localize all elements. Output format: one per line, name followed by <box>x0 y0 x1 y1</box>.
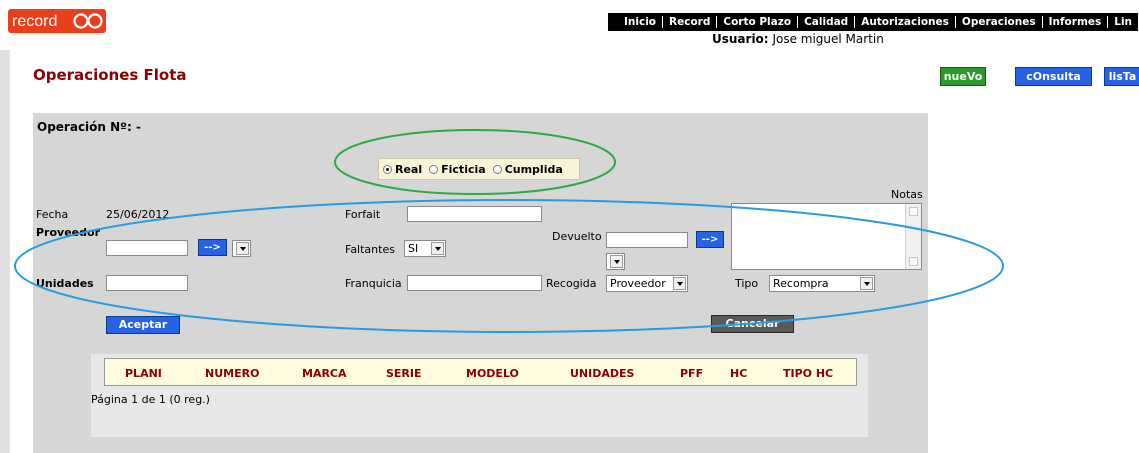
operation-type-radios: Real Ficticia Cumplida <box>378 158 580 180</box>
recordgo-logo: record <box>8 9 106 33</box>
faltantes-label: Faltantes <box>345 243 395 256</box>
column-header-serie[interactable]: SERIE <box>386 367 422 380</box>
chevron-down-icon <box>610 255 623 268</box>
notas-label: Notas <box>891 188 923 201</box>
nav-item-inicio[interactable]: Inicio <box>618 16 662 28</box>
column-header-tipo-hc[interactable]: TIPO HC <box>783 367 833 380</box>
chevron-down-icon <box>673 277 686 290</box>
radio-real-label: Real <box>395 162 423 176</box>
tipo-select[interactable]: Recompra <box>769 275 875 292</box>
operation-number-value: - <box>135 120 141 134</box>
radio-ficticia[interactable] <box>429 164 439 174</box>
grid-header: PLANI NUMERO MARCA SERIE MODELO UNIDADES… <box>104 358 857 386</box>
faltantes-value: SI <box>408 242 419 255</box>
radio-cumplida-label: Cumplida <box>504 162 563 176</box>
column-header-numero[interactable]: NUMERO <box>205 367 259 380</box>
forfait-input[interactable] <box>407 206 542 222</box>
grid-pager: Página 1 de 1 (0 reg.) <box>91 393 210 406</box>
column-header-plani[interactable]: PLANI <box>125 367 162 380</box>
recogida-label: Recogida <box>546 277 597 290</box>
unidades-label: Unidades <box>36 277 94 290</box>
franquicia-label: Franquicia <box>345 277 402 290</box>
user-info: Usuario: Jose miguel Martin <box>712 32 884 46</box>
scroll-up-icon[interactable] <box>909 207 918 216</box>
devuelto-label: Devuelto <box>552 230 602 243</box>
radio-real[interactable] <box>383 164 392 174</box>
nav-item-calidad[interactable]: Calidad <box>797 16 854 28</box>
notas-scrollbar[interactable] <box>905 204 921 269</box>
franquicia-input[interactable] <box>407 275 542 291</box>
chevron-down-icon <box>236 242 249 255</box>
proveedor-lookup-button[interactable]: --> <box>198 239 227 256</box>
radio-cumplida[interactable] <box>492 164 502 174</box>
new-button[interactable]: nueVo <box>940 67 986 86</box>
nav-item-operaciones[interactable]: Operaciones <box>954 16 1042 28</box>
fecha-value: 25/06/2012 <box>106 208 170 221</box>
devuelto-lookup-button[interactable]: --> <box>696 231 724 248</box>
top-navigation: Inicio Record Corto Plazo Calidad Autori… <box>608 13 1139 31</box>
unidades-input[interactable] <box>106 275 188 291</box>
user-name: Jose miguel Martin <box>772 32 884 46</box>
recogida-value: Proveedor <box>610 277 666 290</box>
devuelto-select[interactable] <box>606 253 625 270</box>
nav-item-lin[interactable]: Lin <box>1107 16 1138 28</box>
logo-text: record <box>12 13 57 30</box>
accept-button[interactable]: Aceptar <box>106 316 180 334</box>
fecha-label: Fecha <box>36 208 69 221</box>
notas-textarea[interactable] <box>731 203 922 270</box>
column-header-hc[interactable]: HC <box>730 367 747 380</box>
list-button[interactable]: lisTa <box>1104 67 1139 86</box>
nav-item-record[interactable]: Record <box>662 16 716 28</box>
nav-item-corto-plazo[interactable]: Corto Plazo <box>716 16 797 28</box>
tipo-label: Tipo <box>735 277 759 290</box>
nav-item-autorizaciones[interactable]: Autorizaciones <box>854 16 955 28</box>
query-button[interactable]: cOnsulta <box>1015 67 1092 86</box>
operation-number-label: Operación Nº: <box>37 120 132 134</box>
page-title: Operaciones Flota <box>33 66 187 84</box>
operation-number: Operación Nº: - <box>37 120 141 134</box>
chevron-down-icon <box>431 242 444 255</box>
faltantes-select[interactable]: SI <box>404 240 446 257</box>
nav-item-informes[interactable]: Informes <box>1041 16 1108 28</box>
column-header-marca[interactable]: MARCA <box>302 367 347 380</box>
column-header-pff[interactable]: PFF <box>680 367 703 380</box>
user-label: Usuario: <box>712 32 769 46</box>
forfait-label: Forfait <box>345 208 381 221</box>
chevron-down-icon <box>860 277 873 290</box>
proveedor-select[interactable] <box>232 240 251 257</box>
proveedor-input[interactable] <box>106 240 188 256</box>
column-header-unidades[interactable]: UNIDADES <box>570 367 634 380</box>
column-header-modelo[interactable]: MODELO <box>466 367 519 380</box>
cancel-button[interactable]: Cancelar <box>711 315 794 333</box>
tipo-value: Recompra <box>773 277 829 290</box>
recogida-select[interactable]: Proveedor <box>606 275 688 292</box>
scroll-down-icon[interactable] <box>909 257 918 266</box>
devuelto-input[interactable] <box>606 232 688 248</box>
radio-ficticia-label: Ficticia <box>441 162 486 176</box>
left-strip <box>0 50 10 453</box>
proveedor-label: Proveedor <box>36 226 100 239</box>
